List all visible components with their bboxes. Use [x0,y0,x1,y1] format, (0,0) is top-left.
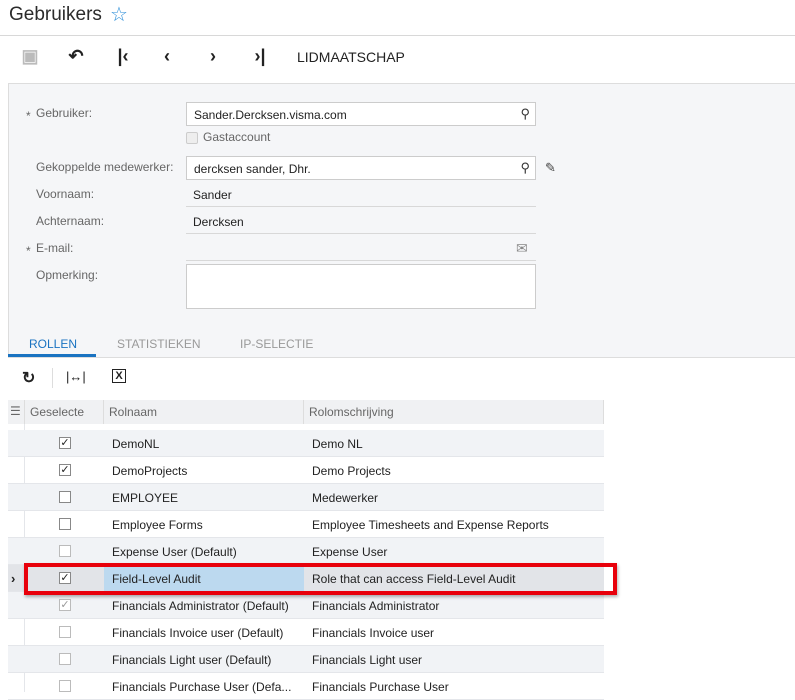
selected-checkbox[interactable]: ✓ [59,437,71,449]
star-outline-icon[interactable]: ☆ [110,2,128,27]
selected-checkbox[interactable]: ✓ [59,464,71,476]
divider [0,35,795,36]
first-name-label: Voornaam: [36,187,95,201]
last-icon[interactable]: ›| [248,46,272,67]
role-description: Financials Light user [312,653,423,667]
table-row[interactable]: Financials Purchase User (Defa... Financi… [8,673,604,700]
mail-icon[interactable]: ✉ [516,240,528,257]
guest-label: Gastaccount [203,130,271,144]
tab-statistieken[interactable]: STATISTIEKEN [117,337,201,351]
table-row[interactable]: Expense User (Default) Expense User [8,538,604,565]
selected-checkbox[interactable] [59,653,71,665]
tab-rollen[interactable]: ROLLEN [29,337,77,351]
previous-icon[interactable]: ‹ [155,46,179,67]
role-description: Financials Administrator [312,599,440,613]
table-row[interactable]: Financials Invoice user (Default) Financi… [8,619,604,646]
role-name: Financials Light user (Default) [112,653,272,667]
highlight-annotation [24,563,617,595]
column-header-role-name[interactable]: Rolnaam [104,400,304,424]
role-name: Expense User (Default) [112,545,237,559]
remark-textarea[interactable] [186,264,536,309]
role-name: DemoProjects [112,464,188,478]
last-name-label: Achternaam: [36,214,105,228]
email-label: E-mail: [36,241,74,255]
table-row[interactable]: ✓ Financials Administrator (Default) Finan… [8,592,604,619]
undo-icon[interactable]: ↶ [64,46,88,67]
email-field[interactable] [186,237,536,261]
user-label: Gebruiker: [36,106,93,120]
table-row[interactable]: ✓ DemoProjects Demo Projects [8,457,604,484]
role-name: Employee Forms [112,518,203,532]
guest-checkbox[interactable] [186,132,198,144]
tab-ip-selectie[interactable]: IP-SELECTIE [240,337,313,351]
role-name: Financials Invoice user (Default) [112,626,284,640]
role-description: Demo NL [312,437,363,451]
role-description: Financials Invoice user [312,626,435,640]
table-row[interactable]: Employee Forms Employee Timesheets and Ex… [8,511,604,538]
required-mark: * [26,109,31,123]
column-header-role-description[interactable]: Rolomschrijving [304,400,604,424]
excel-export-icon[interactable]: X [112,369,126,383]
role-name: EMPLOYEE [112,491,179,505]
first-name-field: Sander [186,183,536,207]
role-description: Demo Projects [312,464,391,478]
employee-label: Gekoppelde medewerker: [36,160,174,174]
save-icon[interactable]: ▣ [18,46,42,67]
table-row[interactable]: EMPLOYEE Medewerker [8,484,604,511]
column-header-selected[interactable]: Geselecte [25,400,104,424]
selected-checkbox[interactable] [59,491,71,503]
search-icon[interactable]: ⚲ [520,106,530,122]
role-description: Medewerker [312,491,379,505]
divider [8,357,795,358]
user-input[interactable]: Sander.Dercksen.visma.com ⚲ [186,102,536,126]
fit-columns-icon[interactable]: |↔| [66,369,86,384]
refresh-icon[interactable]: ↻ [22,368,35,388]
last-name-field: Dercksen [186,210,536,234]
user-value: Sander.Dercksen.visma.com [194,108,347,122]
selected-checkbox[interactable] [59,680,71,692]
selected-checkbox[interactable] [59,626,71,638]
first-icon[interactable]: |‹ [111,46,135,67]
edit-icon[interactable]: ✎ [545,160,556,176]
next-icon[interactable]: › [201,46,225,67]
page-title: Gebruikers [9,4,102,25]
divider [52,368,53,388]
role-description: Employee Timesheets and Expense Reports [312,518,549,532]
selected-checkbox[interactable] [59,518,71,530]
employee-value: dercksen sander, Dhr. [194,162,311,176]
selected-checkbox[interactable] [59,545,71,557]
selected-checkbox[interactable]: ✓ [59,599,71,611]
role-description: Expense User [312,545,388,559]
search-icon[interactable]: ⚲ [520,160,530,176]
remark-label: Opmerking: [36,268,99,282]
current-row-indicator-icon: › [11,571,16,586]
role-name: Financials Administrator (Default) [112,599,289,613]
employee-input[interactable]: dercksen sander, Dhr. ⚲ [186,156,536,180]
active-tab-indicator [8,354,96,357]
membership-button[interactable]: LIDMAATSCHAP [297,49,405,65]
column-settings-icon[interactable]: ☰ [8,400,25,424]
role-name: DemoNL [112,437,160,451]
table-row[interactable]: ✓ DemoNL Demo NL [8,430,604,457]
table-row[interactable]: Financials Light user (Default) Financial… [8,646,604,673]
required-mark: * [26,244,31,258]
